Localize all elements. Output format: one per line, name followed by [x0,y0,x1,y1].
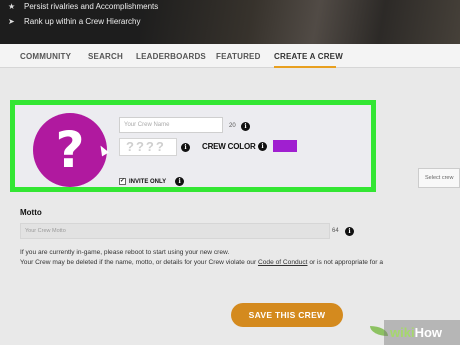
watermark-how: How [414,325,443,340]
tab-create-a-crew[interactable]: CREATE A CREW [274,52,343,61]
reboot-note: If you are currently in-game, please reb… [20,249,230,256]
watermark-wiki: wiki [390,325,415,340]
banner-line: ★ Persist rivalries and Accomplishments [8,2,158,11]
active-tab-indicator [274,66,336,68]
info-icon[interactable]: i [181,143,190,152]
motto-input[interactable]: Your Crew Motto [20,223,330,239]
banner-background-image [140,0,460,44]
invite-only-checkbox[interactable]: ✓ [119,178,126,185]
banner-line: ➤ Rank up within a Crew Hierarchy [8,17,141,26]
banner-text: Rank up within a Crew Hierarchy [24,17,141,26]
info-icon[interactable]: i [345,227,354,236]
invite-only-option[interactable]: ✓ INVITE ONLY i [119,177,185,186]
info-icon[interactable]: i [241,122,250,131]
conduct-note-text-end: or is not appropriate for a [307,259,383,266]
crew-tag-input[interactable]: ???? [119,138,177,156]
tab-featured[interactable]: FEATURED [216,52,261,61]
crew-name-char-counter: 20 [229,123,236,129]
info-icon[interactable]: i [258,142,267,151]
select-crew-dropdown[interactable]: Select crew [418,168,460,188]
banner-text: Persist rivalries and Accomplishments [24,2,159,11]
motto-char-counter: 64 [332,228,339,234]
tab-search[interactable]: SEARCH [88,52,123,61]
star-icon: ★ [8,2,16,11]
wikihow-watermark: wikiHow [384,320,460,345]
info-icon[interactable]: i [175,177,185,186]
code-of-conduct-link[interactable]: Code of Conduct [258,259,308,266]
top-banner: ★ Persist rivalries and Accomplishments … [0,0,460,44]
conduct-note: Your Crew may be deleted if the name, mo… [20,259,383,266]
crew-color-picker[interactable] [273,140,297,152]
invite-only-label: INVITE ONLY [129,178,167,185]
conduct-note-text: Your Crew may be deleted if the name, mo… [20,259,258,266]
motto-label: Motto [20,208,42,217]
tab-community[interactable]: COMMUNITY [20,52,71,61]
tab-leaderboards[interactable]: LEADERBOARDS [136,52,206,61]
crew-color-label: CREW COLOR [202,142,256,151]
crew-form-panel: ? Your Crew Name 20 i ???? i CREW COLOR … [10,100,376,192]
arrow-icon: ➤ [8,17,15,26]
save-crew-button[interactable]: SAVE THIS CREW [231,303,343,327]
main-nav: COMMUNITY SEARCH LEADERBOARDS FEATURED C… [0,44,460,68]
question-mark-icon: ? [55,121,85,179]
crew-emblem-upload[interactable]: ? [33,113,107,187]
crew-name-input[interactable]: Your Crew Name [119,117,223,133]
